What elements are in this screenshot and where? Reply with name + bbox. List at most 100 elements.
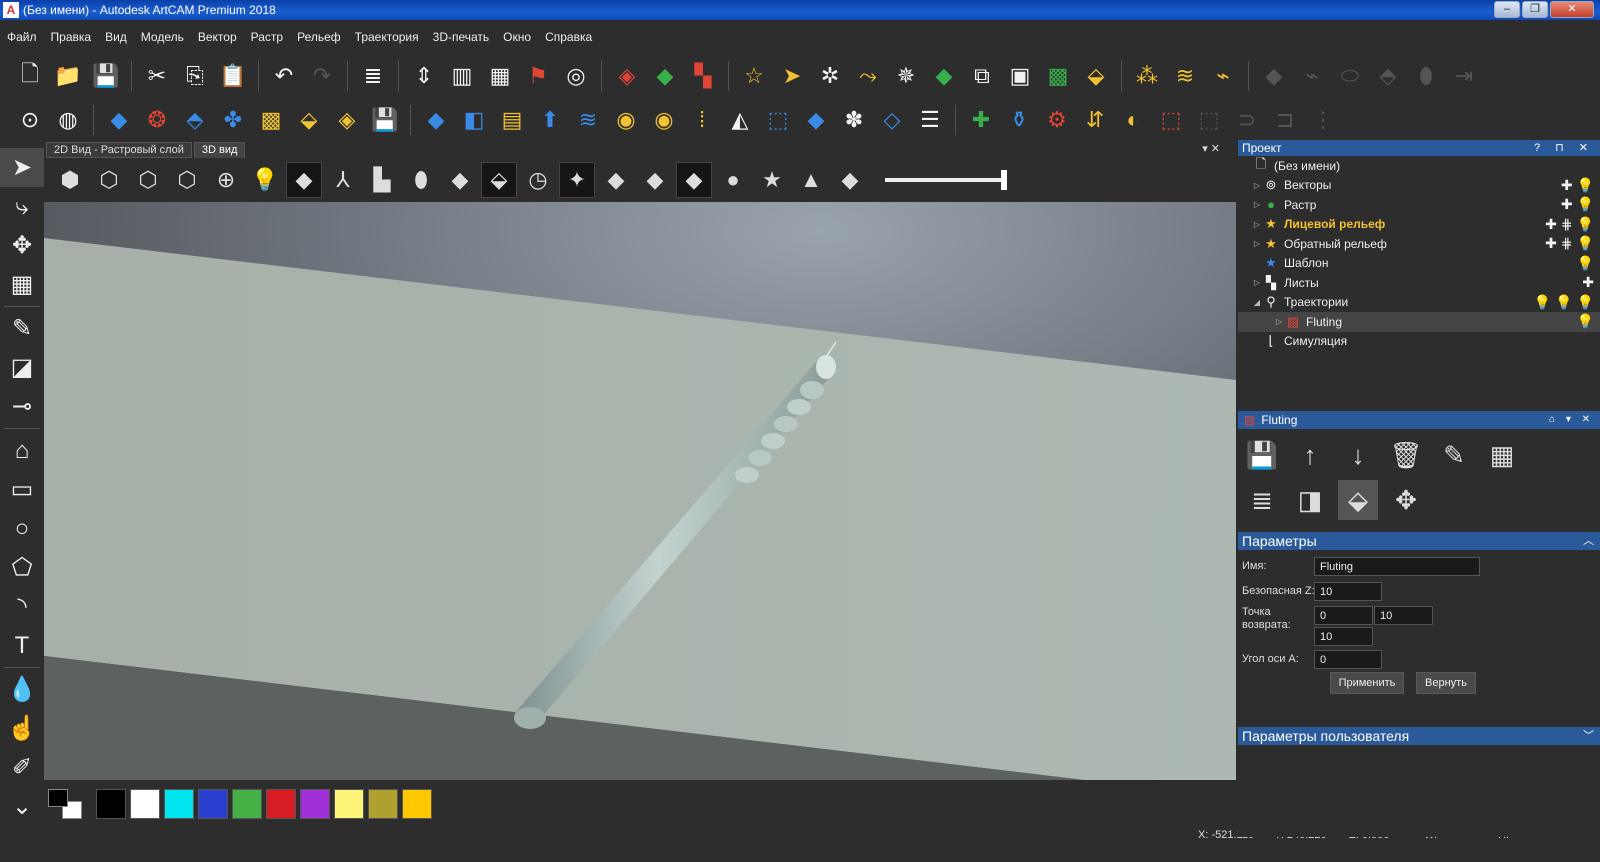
swatch-red[interactable] [266, 789, 296, 819]
disabled-tool-1-icon[interactable]: ◆ [1256, 58, 1292, 94]
bulb-white-icon[interactable]: 💡 [1577, 313, 1594, 330]
nodes-icon[interactable]: ⁂ [1129, 58, 1165, 94]
tree-item-toolpaths[interactable]: ◢ ⚲ Траектории 💡 💡 💡 [1238, 293, 1600, 313]
add-icon[interactable]: ✚ [1561, 196, 1573, 213]
relief-combine-icon[interactable]: ✤ [215, 102, 251, 138]
measure-icon[interactable]: ⊸ [0, 387, 44, 426]
bulb-outline-icon[interactable]: 💡 [1534, 294, 1551, 311]
wave-lines-icon[interactable]: ≋ [1167, 58, 1203, 94]
expand-icon[interactable]: ▷ [1252, 278, 1262, 287]
half-shape-icon[interactable]: ◐ [1115, 102, 1151, 138]
menu-model[interactable]: Модель [134, 30, 191, 44]
disabled-tool-6-icon[interactable]: ⇥ [1446, 58, 1482, 94]
swatch-cyan[interactable] [164, 789, 194, 819]
menu-view[interactable]: Вид [98, 30, 134, 44]
blue-layer-icon[interactable]: ◆ [598, 162, 634, 198]
add-green-icon[interactable]: ✚ [963, 102, 999, 138]
wrap-icon[interactable]: ◎ [558, 58, 594, 94]
zoom-fit-icon[interactable]: ⊙ [12, 102, 48, 138]
disabled-tool-5-icon[interactable]: ⬮ [1408, 58, 1444, 94]
visibility-bulb-icon[interactable]: 💡 [1577, 235, 1594, 252]
return-x-input[interactable] [1314, 606, 1373, 625]
tab-3d-view[interactable]: 3D вид [193, 142, 246, 158]
collapse-icon[interactable]: ◢ [1252, 298, 1262, 307]
blue-pot-icon[interactable]: ⚱ [1001, 102, 1037, 138]
red-layer-icon[interactable]: ◆ [637, 162, 673, 198]
bulb-white-2-icon[interactable]: 💡 [1577, 294, 1594, 311]
tree-item-raster[interactable]: ▷ ● Растр ✚ 💡 [1238, 195, 1600, 215]
disabled-tool-4-icon[interactable]: ⬘ [1370, 58, 1406, 94]
tree-item-vectors[interactable]: ▷ ⊚ Векторы ✚ 💡 [1238, 176, 1600, 196]
align-icon[interactable]: ▦ [0, 265, 44, 304]
visibility-bulb-icon[interactable]: 💡 [1577, 255, 1594, 272]
show-relief-icon[interactable]: ◆ [286, 162, 322, 198]
name-input[interactable] [1314, 557, 1480, 576]
menu-edit[interactable]: Правка [44, 30, 99, 44]
relief-plane-icon[interactable]: ◆ [101, 102, 137, 138]
menu-relief[interactable]: Рельеф [290, 30, 348, 44]
relief-gold-2-icon[interactable]: ◉ [646, 102, 682, 138]
axes-icon[interactable]: ⅄ [325, 162, 361, 198]
relief-diamond-icon[interactable]: ◆ [798, 102, 834, 138]
add-icon[interactable]: ✚ [1561, 177, 1573, 194]
menu-vector[interactable]: Вектор [191, 30, 244, 44]
add-icon[interactable]: ✚ [1545, 216, 1557, 233]
relief-shape-icon[interactable]: ⬘ [177, 102, 213, 138]
more-tools-icon[interactable]: ⌄ [0, 787, 44, 826]
curve-icon[interactable]: ⤳ [850, 58, 886, 94]
arc-icon[interactable]: ◝ [0, 587, 44, 626]
node-edit-icon[interactable]: ⤷ [0, 187, 44, 226]
expand-icon[interactable]: ▷ [1252, 181, 1262, 190]
new-file-icon[interactable]: 🗋 [12, 58, 48, 94]
cylinder-icon[interactable]: ⬮ [403, 162, 439, 198]
disabled-shape-2-icon[interactable]: ⊃ [1229, 102, 1265, 138]
tab-2d-view[interactable]: 2D Вид - Растровый слой [46, 142, 192, 158]
relief-dots-icon[interactable]: ⁞ [684, 102, 720, 138]
copy-icon[interactable]: ⎘ [177, 58, 213, 94]
drop-icon[interactable]: 💧 [0, 670, 44, 709]
relief-blue-1-icon[interactable]: ◆ [418, 102, 454, 138]
smudge-icon[interactable]: ☝ [0, 709, 44, 748]
grid-icon[interactable]: ⋕ [1561, 216, 1573, 233]
gold-layer-icon[interactable]: ◆ [676, 162, 712, 198]
revert-button[interactable]: Вернуть [1416, 672, 1476, 694]
disabled-shape-4-icon[interactable]: ⋮ [1305, 102, 1341, 138]
pencil-icon[interactable]: ✎ [0, 309, 44, 348]
view-slider[interactable] [885, 170, 1007, 190]
rainbow-icon[interactable]: ◆ [832, 162, 868, 198]
3d-viewport[interactable] [44, 202, 1236, 780]
swatch-blue[interactable] [198, 789, 228, 819]
tree-item-back-relief[interactable]: ▷ ★ Обратный рельеф ✚ ⋕ 💡 [1238, 234, 1600, 254]
star-burst-icon[interactable]: ✵ [888, 58, 924, 94]
move-up-icon[interactable]: ↑ [1290, 435, 1330, 475]
collapse-chevron-icon[interactable]: ︿ [1583, 532, 1594, 550]
notes-icon[interactable]: ≣ [355, 58, 391, 94]
mirror-icon[interactable]: ▥ [444, 58, 480, 94]
yellow-plate-icon[interactable]: ⬙ [1078, 58, 1114, 94]
sculpt-icon[interactable]: ✐ [0, 748, 44, 787]
star-zoom-icon[interactable]: ★ [754, 162, 790, 198]
camera-icon[interactable]: ◨ [1290, 480, 1330, 520]
tree-item-template[interactable]: ★ Шаблон 💡 [1238, 254, 1600, 274]
maximize-button[interactable]: ❐ [1522, 1, 1548, 18]
puzzle-icon[interactable]: ▙ [364, 162, 400, 198]
close-button[interactable]: ✕ [1550, 1, 1594, 18]
safe-z-input[interactable] [1314, 582, 1382, 601]
tree-item-fluting[interactable]: ▷ ▨ Fluting 💡 [1238, 312, 1600, 332]
select-arrow-icon[interactable]: ➤ [0, 148, 44, 187]
expand-icon[interactable]: ▷ [1252, 239, 1262, 248]
relief-stack-icon[interactable]: ⬚ [760, 102, 796, 138]
transform-icon[interactable]: ✥ [0, 226, 44, 265]
expand-icon[interactable]: ▷ [1274, 317, 1284, 326]
expand-chevron-icon[interactable]: ﹀ [1583, 727, 1594, 745]
toolpath-view-icon[interactable]: ⬙ [481, 162, 517, 198]
project-controls[interactable]: ? ⊓ ✕ [1534, 140, 1594, 156]
pyramid-icon[interactable]: ▲ [793, 162, 829, 198]
relief-lines-icon[interactable]: ▤ [494, 102, 530, 138]
paste-icon[interactable]: 📋 [215, 58, 251, 94]
delete-bucket-icon[interactable]: 🗑 [1386, 435, 1426, 475]
relief-save-icon[interactable]: 💾 [367, 102, 403, 138]
menu-file[interactable]: Файл [0, 30, 44, 44]
expand-icon[interactable]: ▷ [1252, 200, 1262, 209]
polygon-icon[interactable]: ⬠ [0, 548, 44, 587]
